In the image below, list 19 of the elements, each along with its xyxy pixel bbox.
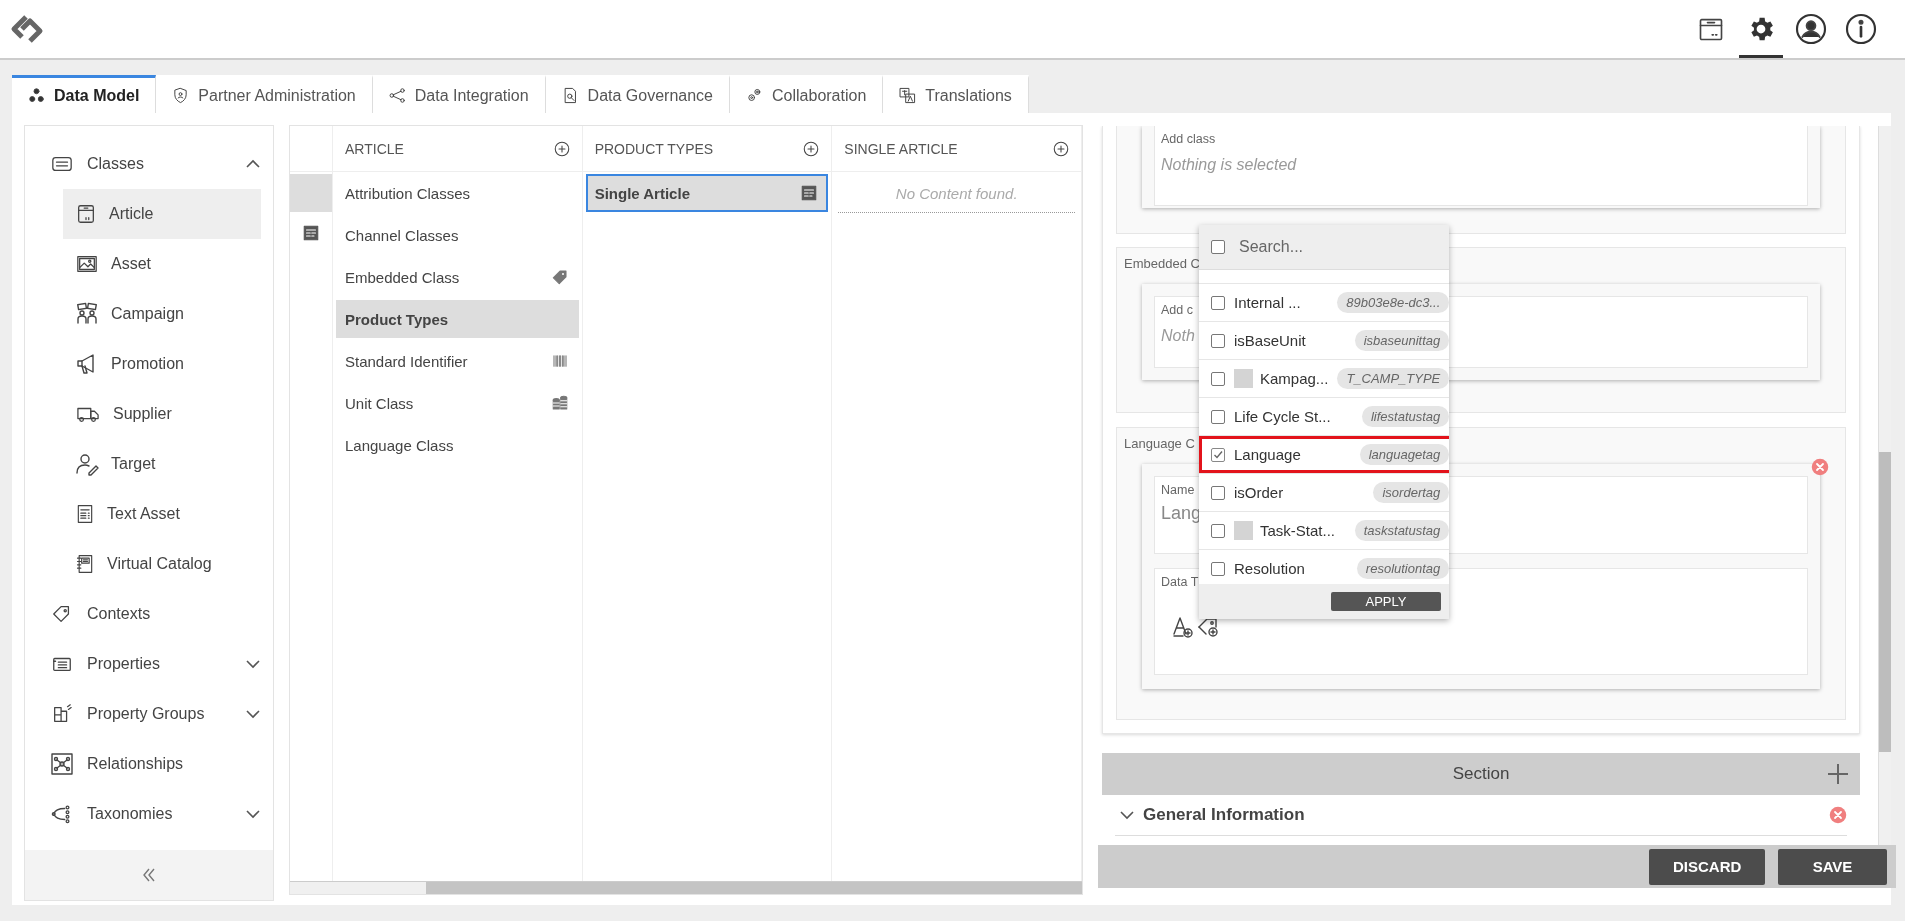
field-label: Add class (1161, 132, 1216, 146)
tag-chip: languagetag (1359, 444, 1449, 465)
tag-chip: 89b03e8e-dc3... (1337, 292, 1449, 313)
tag-chip: isbaseunittag (1354, 330, 1449, 351)
tag-chip: taskstatustag (1354, 520, 1449, 541)
field-label: Data T (1161, 575, 1199, 589)
tag-chip: resolutiontag (1356, 558, 1449, 579)
column-header: PRODUCT TYPES (594, 140, 714, 157)
tag-chip: lifestatustag (1361, 406, 1449, 427)
field-label: Name (1161, 483, 1195, 497)
tag-chip: T_CAMP_TYPE (1337, 368, 1449, 389)
column-header: SINGLE ARTICLE (844, 140, 958, 157)
card-title: Embedded C (1124, 256, 1200, 273)
field-label: Add c (1161, 303, 1193, 317)
column-header: ARTICLE (345, 140, 404, 157)
section-title: Section (1452, 764, 1510, 784)
card-title: Language C (1124, 436, 1195, 453)
tag-chip: isordertag (1373, 482, 1449, 503)
empty-message: No Content found. (838, 174, 1075, 213)
